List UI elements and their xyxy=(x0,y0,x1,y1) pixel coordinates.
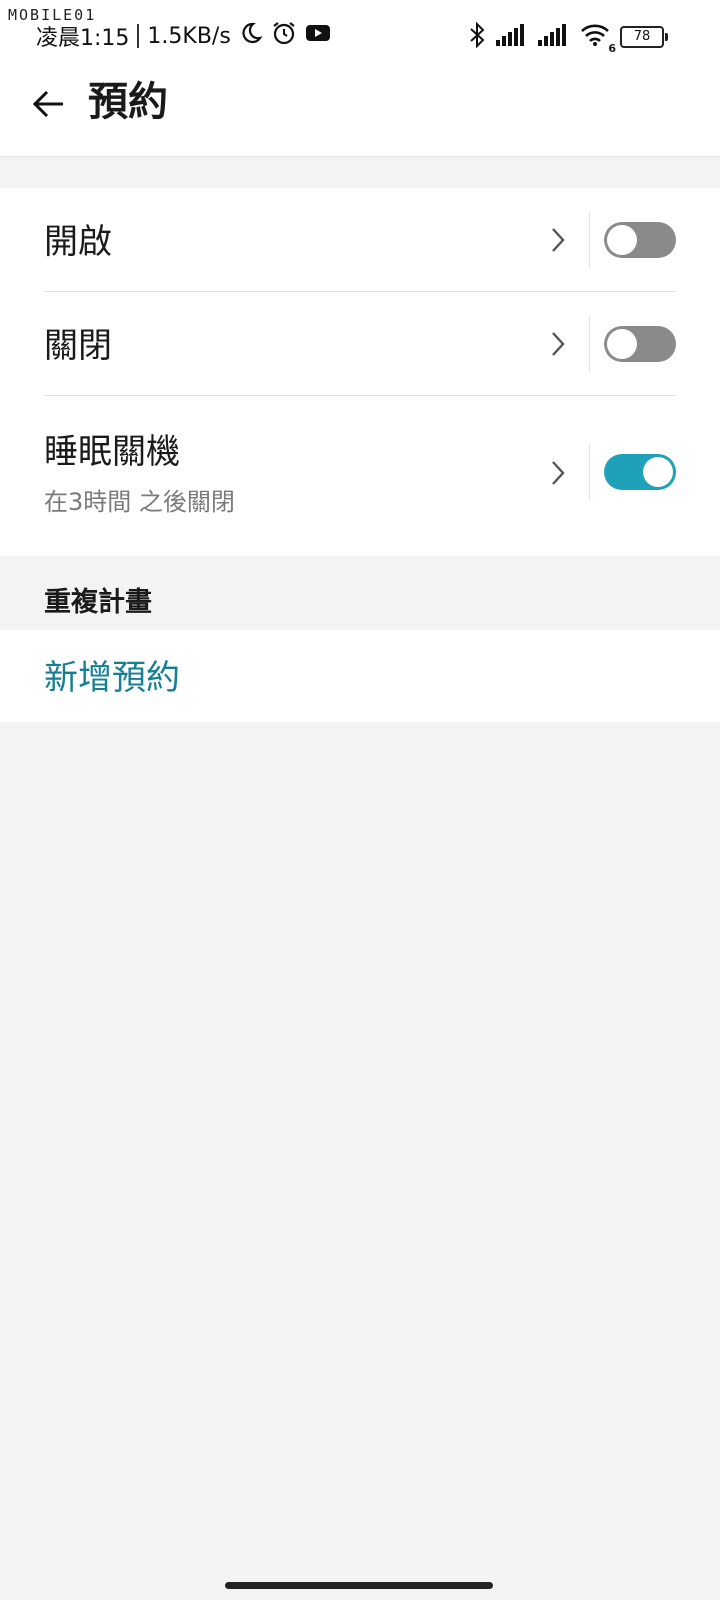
toggle-knob xyxy=(607,225,637,255)
wifi-icon: 6 xyxy=(580,23,616,55)
signal-icon xyxy=(538,24,570,50)
alarm-icon xyxy=(271,20,297,52)
wifi-badge: 6 xyxy=(608,42,616,55)
status-separator xyxy=(137,24,140,48)
home-indicator[interactable] xyxy=(225,1582,493,1589)
toggle-knob xyxy=(607,329,637,359)
chevron-right-icon xyxy=(552,228,565,252)
app-header: 預約 xyxy=(0,70,720,157)
arrow-left-icon xyxy=(32,90,63,118)
toggle-power-off[interactable] xyxy=(604,326,676,362)
row-label: 睡眠關機 xyxy=(44,432,180,472)
status-right: 6 78 xyxy=(468,21,668,55)
bluetooth-icon xyxy=(468,21,486,52)
signal-icon xyxy=(496,24,528,50)
status-time: 凌晨1:15 xyxy=(36,26,130,51)
chevron-right-icon xyxy=(552,461,565,485)
schedule-card: 開啟 關閉 睡眠關機 在3時間 之後關閉 xyxy=(0,188,720,556)
divider-vertical xyxy=(589,316,590,372)
toggle-sleep-shutdown[interactable] xyxy=(604,454,676,490)
toggle-knob xyxy=(643,457,673,487)
chevron-right-icon xyxy=(552,332,565,356)
row-label: 開啟 xyxy=(44,222,112,262)
divider-vertical xyxy=(589,444,590,500)
row-sleep-shutdown[interactable]: 睡眠關機 在3時間 之後關閉 xyxy=(0,396,720,556)
status-left: 凌晨1:15 1.5KB/s xyxy=(36,20,331,52)
row-subtitle: 在3時間 之後關閉 xyxy=(44,488,235,516)
toggle-power-on[interactable] xyxy=(604,222,676,258)
row-power-off[interactable]: 關閉 xyxy=(0,292,720,396)
status-network-speed: 1.5KB/s xyxy=(147,23,231,49)
page-title: 預約 xyxy=(88,79,168,125)
add-schedule-link[interactable]: 新增預約 xyxy=(44,650,180,699)
back-button[interactable] xyxy=(28,84,68,124)
section-title: 重複計畫 xyxy=(44,587,152,618)
battery-indicator: 78 xyxy=(620,26,668,48)
status-bar: MOBILE01 凌晨1:15 1.5KB/s 6 78 xyxy=(0,0,720,70)
divider-vertical xyxy=(589,212,590,268)
row-label: 關閉 xyxy=(44,326,112,366)
moon-icon xyxy=(239,21,263,51)
row-power-on[interactable]: 開啟 xyxy=(0,188,720,292)
add-schedule-row[interactable]: 新增預約 xyxy=(0,630,720,722)
youtube-icon xyxy=(305,23,331,49)
